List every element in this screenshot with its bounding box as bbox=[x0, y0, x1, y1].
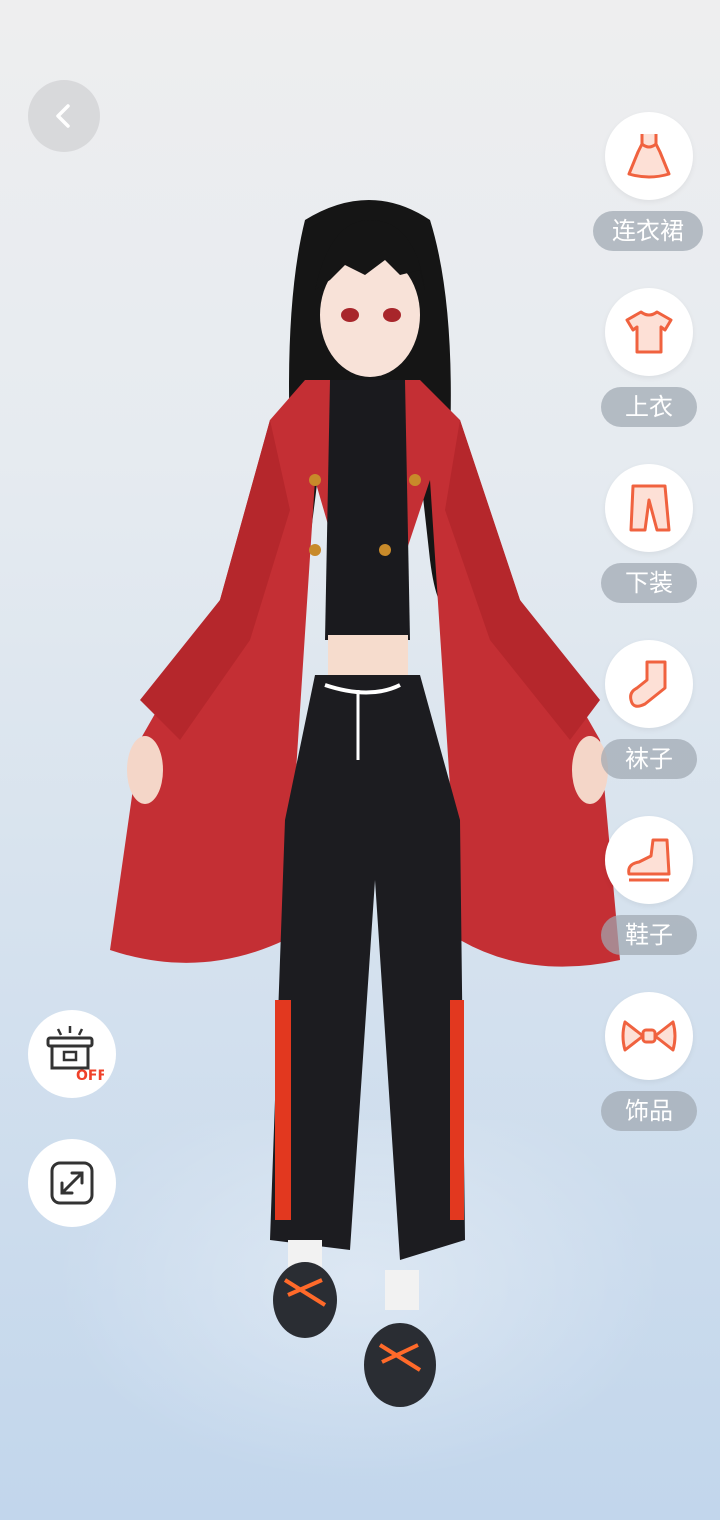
menu-item-label: 饰品 bbox=[601, 1091, 697, 1131]
expand-icon bbox=[50, 1161, 94, 1205]
menu-item-label: 上衣 bbox=[601, 387, 697, 427]
stage-light-icon: OFF bbox=[46, 1026, 104, 1084]
menu-item-bottom[interactable]: 下装 bbox=[597, 464, 707, 604]
menu-item-dress[interactable]: 连衣裙 bbox=[593, 112, 707, 252]
avatar-model[interactable] bbox=[100, 180, 640, 1420]
menu-item-label: 下装 bbox=[601, 563, 697, 603]
dress-icon bbox=[627, 134, 671, 179]
menu-item-top[interactable]: 上衣 bbox=[597, 288, 707, 428]
shoe-icon bbox=[627, 838, 671, 882]
menu-item-shoes[interactable]: 鞋子 bbox=[597, 816, 707, 956]
chevron-left-icon bbox=[56, 104, 70, 128]
stage-light-state: OFF bbox=[76, 1068, 104, 1084]
menu-item-socks[interactable]: 袜子 bbox=[597, 640, 707, 780]
menu-item-accessory[interactable]: 饰品 bbox=[597, 992, 707, 1132]
menu-item-label: 袜子 bbox=[601, 739, 697, 779]
menu-icon-circle bbox=[605, 288, 693, 376]
menu-icon-circle bbox=[605, 992, 693, 1080]
menu-icon-circle bbox=[605, 816, 693, 904]
tshirt-icon bbox=[625, 310, 673, 354]
menu-icon-circle bbox=[605, 640, 693, 728]
pants-icon bbox=[629, 484, 671, 532]
fullscreen-button[interactable] bbox=[28, 1139, 116, 1227]
avatar-figure bbox=[110, 200, 620, 1407]
stage-light-toggle[interactable]: OFF bbox=[28, 1010, 116, 1098]
sock-icon bbox=[629, 660, 667, 708]
menu-icon-circle bbox=[605, 464, 693, 552]
back-button[interactable] bbox=[28, 80, 100, 152]
bow-icon bbox=[621, 1020, 677, 1052]
menu-icon-circle bbox=[605, 112, 693, 200]
menu-item-label: 连衣裙 bbox=[593, 211, 703, 251]
menu-item-label: 鞋子 bbox=[601, 915, 697, 955]
